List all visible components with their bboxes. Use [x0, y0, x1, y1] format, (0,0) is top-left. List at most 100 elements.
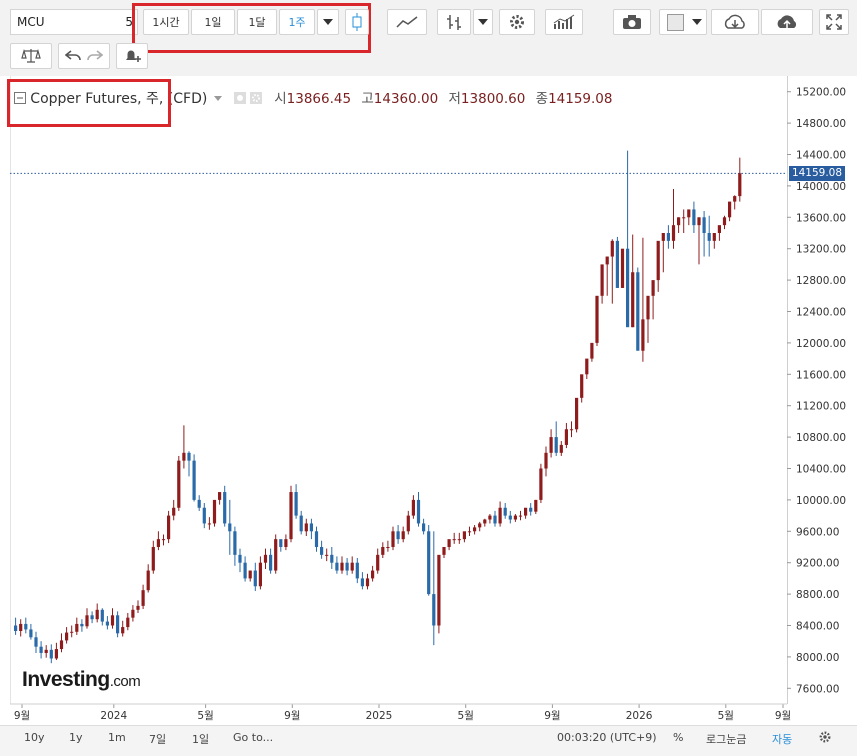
time-tick-label: 5월 — [718, 710, 734, 722]
candle-body — [457, 539, 461, 541]
candle-body — [172, 507, 176, 516]
auto-scale-toggle[interactable]: 자동 — [772, 731, 792, 747]
candle-body — [697, 217, 701, 226]
candle-body — [559, 444, 563, 453]
candle-body — [14, 625, 18, 631]
candle-body — [197, 499, 201, 508]
time-tick-label: 2025 — [366, 710, 393, 722]
candle-body — [44, 649, 48, 653]
candle-body — [666, 233, 670, 241]
candle-body — [309, 523, 313, 532]
candle-body — [340, 562, 344, 571]
time-tick-label: 9월 — [284, 710, 300, 722]
candle-body — [518, 515, 523, 517]
candle-body — [631, 272, 635, 328]
candle-body — [258, 562, 262, 587]
candle-body — [80, 623, 84, 627]
candle-body — [508, 515, 512, 520]
range-1d-button[interactable]: 1일 — [192, 731, 209, 747]
time-tick-label: 9월 — [775, 710, 791, 722]
candle-body — [580, 374, 584, 398]
candle-body — [462, 531, 466, 540]
range-1y-button[interactable]: 1y — [69, 731, 83, 744]
candle-body — [24, 623, 28, 630]
price-tick-label: 7600.00 — [796, 683, 839, 695]
time-tick-label: 5월 — [458, 710, 474, 722]
candle-body — [243, 562, 247, 579]
candle-body — [738, 173, 742, 197]
candle-body — [406, 515, 410, 532]
candle-body — [177, 460, 181, 508]
price-tick-label: 12400.00 — [796, 307, 846, 319]
range-10y-button[interactable]: 10y — [24, 731, 45, 744]
candle-body — [365, 578, 370, 587]
candle-body — [314, 531, 319, 547]
candle-body — [646, 295, 650, 320]
gear-icon[interactable] — [818, 730, 832, 744]
candle-body — [65, 632, 69, 641]
time-tick-label: 9월 — [14, 710, 30, 722]
go-to-date-button[interactable]: Go to... — [233, 731, 273, 744]
chevron-down-icon[interactable] — [213, 96, 222, 101]
price-tick-label: 10400.00 — [796, 464, 846, 476]
candle-body — [722, 217, 727, 226]
candle-body — [401, 531, 405, 540]
candle-body — [90, 615, 94, 620]
candle-body — [432, 594, 436, 626]
percent-scale-toggle[interactable]: % — [673, 731, 683, 744]
range-1m-button[interactable]: 1m — [108, 731, 126, 744]
candle-body — [325, 554, 329, 556]
price-tick-label: 13200.00 — [796, 244, 846, 256]
candle-body — [238, 554, 242, 563]
candle-body — [656, 240, 660, 281]
candle-body — [733, 196, 737, 202]
logo-name: Investing — [22, 668, 110, 691]
log-scale-toggle[interactable]: 로그눈금 — [706, 731, 746, 747]
candle-body — [49, 649, 53, 659]
candle-body — [671, 225, 676, 241]
candle-body — [442, 547, 446, 555]
candle-body — [34, 637, 38, 647]
candle-body — [304, 523, 308, 532]
time-tick-label: 5월 — [197, 710, 213, 722]
low-label: 저 — [448, 91, 461, 107]
candle-body — [661, 233, 665, 241]
open-value: 13866.45 — [286, 91, 352, 107]
price-tick-label: 8000.00 — [796, 652, 839, 664]
candle-body — [605, 256, 609, 265]
candle-body — [575, 397, 579, 430]
candle-body — [289, 492, 293, 540]
candle-body — [544, 452, 548, 469]
candle-body — [473, 527, 477, 532]
candle-body — [192, 460, 196, 500]
candle-body — [615, 240, 619, 288]
candle-body — [299, 515, 303, 532]
candle-body — [141, 590, 145, 606]
candle-body — [386, 547, 390, 548]
candle-body — [447, 539, 451, 547]
candle-body — [600, 264, 604, 296]
candle-body — [136, 605, 140, 610]
candle-body — [585, 358, 589, 375]
candle-body — [452, 539, 456, 541]
clock-timezone[interactable]: 00:03:20 (UTC+9) — [557, 731, 657, 744]
time-tick-labels: 9월 2024 5월 9월 2025 5월 9월 2026 5월 9월 — [14, 704, 791, 722]
candle-body — [355, 562, 359, 579]
candle-body — [105, 621, 109, 626]
candle-body — [371, 570, 375, 579]
price-tick-label: 9200.00 — [796, 558, 839, 570]
candle-body — [212, 499, 217, 524]
candle-body — [29, 629, 33, 638]
candle-body — [131, 609, 135, 618]
candle-body — [202, 507, 206, 524]
candle-body — [539, 468, 543, 500]
candle-body — [529, 507, 533, 512]
high-value: 14360.00 — [373, 91, 439, 107]
time-tick-label: 2024 — [100, 710, 127, 722]
visibility-settings-icons[interactable] — [233, 92, 264, 104]
candle-body — [116, 615, 120, 634]
candle-body — [19, 623, 23, 631]
candle-body — [391, 531, 395, 547]
candle-body — [146, 570, 150, 591]
range-7d-button[interactable]: 7일 — [149, 731, 166, 747]
